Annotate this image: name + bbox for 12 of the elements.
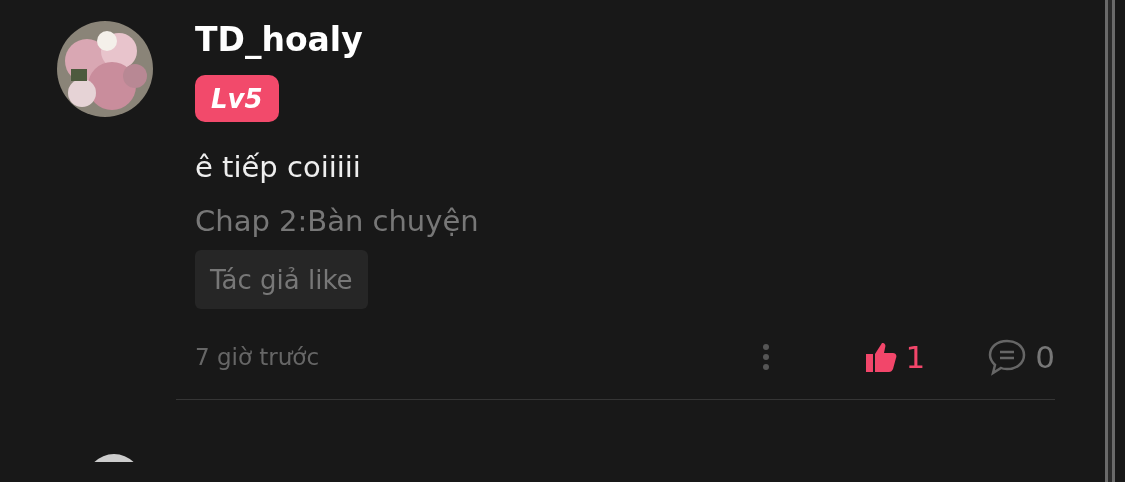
author-like-tag: Tác giả like: [195, 250, 368, 309]
level-badge: Lv5: [195, 75, 279, 122]
reply-count: 0: [1035, 339, 1055, 375]
like-count: 1: [905, 339, 926, 375]
comment-icon[interactable]: [987, 338, 1028, 376]
username[interactable]: TD_hoaly: [195, 21, 363, 59]
thumbs-up-icon[interactable]: [863, 341, 898, 373]
scrollbar[interactable]: [1105, 0, 1115, 482]
more-icon[interactable]: [761, 342, 771, 372]
chapter-label: Chap 2:Bàn chuyện: [195, 204, 479, 238]
comment-text: ê tiếp coiiiii: [195, 150, 361, 184]
timestamp: 7 giờ trước: [195, 344, 321, 370]
